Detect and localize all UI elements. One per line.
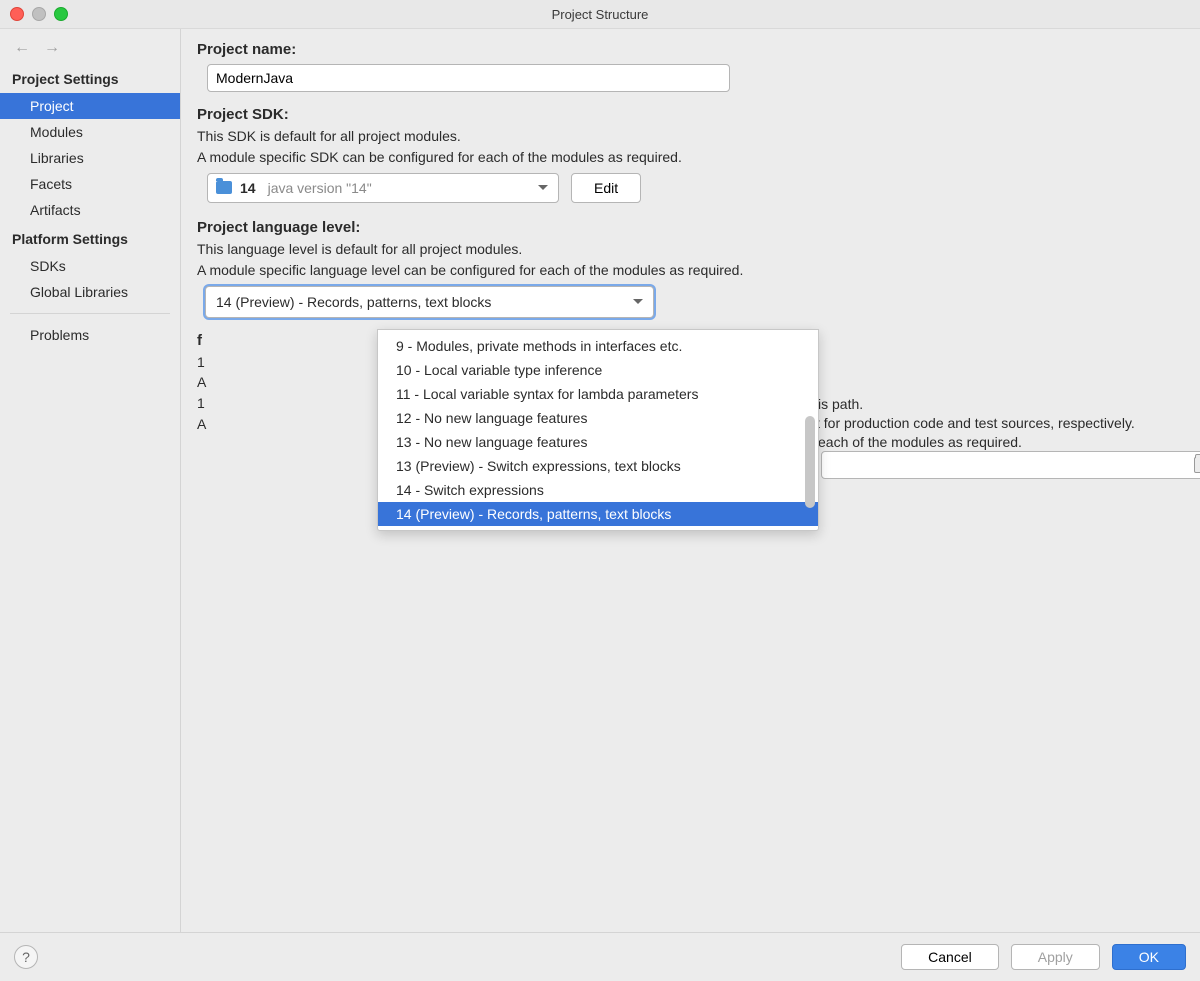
sdk-detail: java version "14": [268, 180, 372, 196]
sidebar-item-libraries[interactable]: Libraries: [0, 145, 180, 171]
chevron-down-icon: [538, 185, 548, 190]
back-icon[interactable]: ←: [14, 39, 30, 57]
sidebar-item-problems[interactable]: Problems: [0, 322, 180, 348]
project-sdk-label: Project SDK:: [197, 106, 1184, 123]
lang-level-desc1: This language level is default for all p…: [197, 240, 1184, 259]
sdk-number: 14: [240, 180, 256, 196]
browse-folder-icon[interactable]: [1194, 457, 1200, 473]
lang-level-label: Project language level:: [197, 219, 1184, 236]
help-icon: ?: [22, 949, 30, 965]
lang-level-option[interactable]: 13 - No new language features: [378, 430, 818, 454]
minimize-window-icon: [32, 7, 46, 21]
project-name-label: Project name:: [197, 41, 1184, 58]
window-controls: [10, 7, 68, 21]
main-panel: Project name: Project SDK: This SDK is d…: [181, 29, 1200, 934]
cancel-button[interactable]: Cancel: [901, 944, 999, 970]
output-path-input[interactable]: [821, 451, 1200, 479]
close-window-icon[interactable]: [10, 7, 24, 21]
sidebar-item-artifacts[interactable]: Artifacts: [0, 197, 180, 223]
sidebar: ← → Project Settings Project Modules Lib…: [0, 29, 181, 934]
sidebar-item-project[interactable]: Project: [0, 93, 180, 119]
chevron-down-icon: [633, 299, 643, 304]
apply-button[interactable]: Apply: [1011, 944, 1100, 970]
help-button[interactable]: ?: [14, 945, 38, 969]
project-name-input[interactable]: [207, 64, 730, 92]
lang-level-option[interactable]: 11 - Local variable syntax for lambda pa…: [378, 382, 818, 406]
window-title: Project Structure: [0, 7, 1200, 22]
sidebar-item-global-libraries[interactable]: Global Libraries: [0, 279, 180, 305]
lang-level-option[interactable]: 13 (Preview) - Switch expressions, text …: [378, 454, 818, 478]
sidebar-section-platform-settings: Platform Settings: [0, 223, 180, 253]
lang-level-option[interactable]: 9 - Modules, private methods in interfac…: [378, 334, 818, 358]
footer: ? Cancel Apply OK: [0, 932, 1200, 981]
lang-level-dropdown[interactable]: 9 - Modules, private methods in interfac…: [377, 329, 819, 531]
obscured-line3: each of the modules as required.: [818, 433, 1022, 452]
sidebar-section-project-settings: Project Settings: [0, 63, 180, 93]
project-sdk-desc2: A module specific SDK can be configured …: [197, 148, 1184, 167]
title-bar: Project Structure: [0, 0, 1200, 29]
lang-level-option[interactable]: 14 - Switch expressions: [378, 478, 818, 502]
sidebar-item-facets[interactable]: Facets: [0, 171, 180, 197]
nav-arrows: ← →: [0, 29, 180, 63]
obscured-line2: st for production code and test sources,…: [809, 414, 1135, 433]
zoom-window-icon[interactable]: [54, 7, 68, 21]
obscured-line1: is path.: [818, 395, 863, 414]
forward-icon[interactable]: →: [44, 39, 60, 57]
dropdown-scrollbar[interactable]: [805, 416, 815, 508]
edit-sdk-button[interactable]: Edit: [571, 173, 641, 203]
lang-level-desc2: A module specific language level can be …: [197, 261, 1184, 280]
sidebar-item-modules[interactable]: Modules: [0, 119, 180, 145]
sdk-folder-icon: [216, 181, 232, 194]
sidebar-item-sdks[interactable]: SDKs: [0, 253, 180, 279]
ok-button[interactable]: OK: [1112, 944, 1186, 970]
lang-level-option[interactable]: 12 - No new language features: [378, 406, 818, 430]
project-sdk-select[interactable]: 14 java version "14": [207, 173, 559, 203]
lang-level-select[interactable]: 14 (Preview) - Records, patterns, text b…: [205, 286, 654, 318]
lang-level-option[interactable]: 10 - Local variable type inference: [378, 358, 818, 382]
lang-level-selected: 14 (Preview) - Records, patterns, text b…: [216, 294, 491, 310]
sidebar-separator: [10, 313, 170, 314]
lang-level-option-selected[interactable]: 14 (Preview) - Records, patterns, text b…: [378, 502, 818, 526]
project-sdk-desc1: This SDK is default for all project modu…: [197, 127, 1184, 146]
